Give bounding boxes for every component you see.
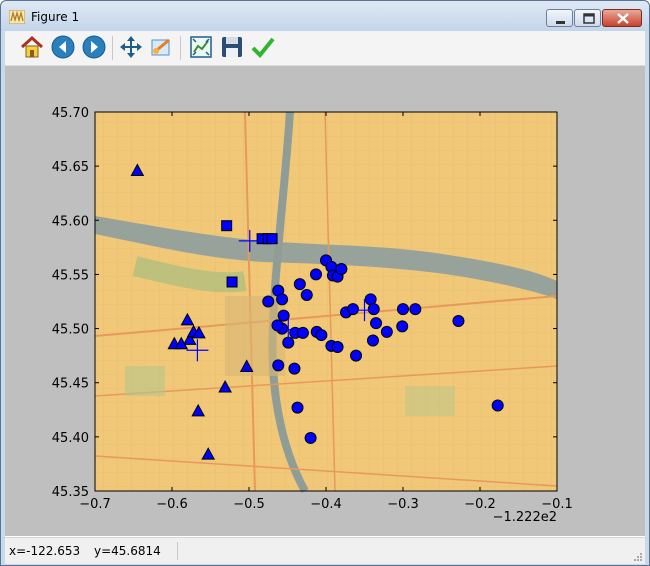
y-tick-label: 45.60 xyxy=(52,214,89,229)
figure-window: Figure 1 −0.7 −0.6 −0.5 −0.4 −0.3 −0.2 −… xyxy=(0,0,650,566)
data-point-circle xyxy=(276,293,289,306)
y-tick-label: 45.55 xyxy=(52,268,89,283)
configure-subplots-button[interactable] xyxy=(188,34,214,60)
data-point-square xyxy=(266,233,278,245)
data-point-circle xyxy=(304,431,317,444)
status-bar: x=-122.653 y=45.6814 xyxy=(5,537,645,564)
data-point-circle xyxy=(370,317,383,330)
back-button[interactable] xyxy=(50,34,76,60)
scatter-chart[interactable]: −0.7 −0.6 −0.5 −0.4 −0.3 −0.2 −0.145.3545.4045… xyxy=(5,66,645,536)
forward-button[interactable] xyxy=(81,34,107,60)
data-point-square xyxy=(221,220,233,232)
data-point-square xyxy=(226,276,238,288)
save-button[interactable] xyxy=(219,34,245,60)
data-point-circle xyxy=(293,278,306,291)
pan-button[interactable] xyxy=(118,34,144,60)
data-point-circle xyxy=(262,295,275,308)
cursor-y-readout: y=45.6814 xyxy=(94,544,161,558)
subplots-config-icon xyxy=(190,36,212,58)
data-point-circle xyxy=(315,329,328,342)
figure-client: −0.7 −0.6 −0.5 −0.4 −0.3 −0.2 −0.1 45.35 45.40 45… xyxy=(5,31,645,564)
data-point-circle xyxy=(331,340,344,353)
zoom-rect-icon xyxy=(151,38,170,56)
restore-icon xyxy=(583,13,595,24)
data-point-circle xyxy=(350,349,363,362)
toolbar-separator xyxy=(180,36,181,60)
y-tick-label: 45.65 xyxy=(52,160,89,175)
forward-arrow-icon xyxy=(82,35,106,59)
y-tick-label: 45.45 xyxy=(52,377,89,392)
toolbar-separator xyxy=(112,36,113,60)
y-tick-label: 45.40 xyxy=(52,431,89,446)
edit-check-icon xyxy=(251,37,275,58)
data-point-circle xyxy=(396,320,409,333)
close-icon xyxy=(617,13,629,24)
data-point-circle xyxy=(272,359,285,372)
zoom-button[interactable] xyxy=(149,34,175,60)
data-point-circle xyxy=(380,325,393,338)
x-tick-label: −0.3 xyxy=(387,497,419,512)
data-point-circle xyxy=(452,314,465,327)
minimize-icon xyxy=(556,21,565,24)
home-button[interactable] xyxy=(19,34,45,60)
data-point-circle xyxy=(300,289,313,302)
maximize-button[interactable] xyxy=(574,9,601,27)
data-point-circle xyxy=(397,303,409,316)
resize-grip-icon[interactable] xyxy=(633,552,643,562)
save-icon xyxy=(222,37,242,57)
figure-canvas[interactable]: −0.7 −0.6 −0.5 −0.4 −0.3 −0.2 −0.1 45.35 45.40 45… xyxy=(5,66,645,536)
back-arrow-icon xyxy=(51,35,75,59)
x-tick-label: −0.6 xyxy=(156,497,188,512)
data-point-circle xyxy=(335,263,348,276)
home-icon xyxy=(20,35,44,58)
title-bar[interactable]: Figure 1 xyxy=(1,1,649,31)
data-point-circle xyxy=(366,334,379,347)
edit-axes-button[interactable] xyxy=(250,34,276,60)
data-point-circle xyxy=(367,303,380,316)
x-tick-label: −0.5 xyxy=(233,497,265,512)
navigation-toolbar xyxy=(5,31,645,66)
data-point-circle xyxy=(291,401,304,414)
cursor-x-readout: x=-122.653 xyxy=(9,544,81,558)
x-tick-label: −0.2 xyxy=(464,497,496,512)
y-tick-label: 45.35 xyxy=(52,485,89,500)
minimize-button[interactable] xyxy=(546,9,573,27)
data-point-circle xyxy=(346,303,359,316)
data-point-circle xyxy=(288,362,301,375)
matplotlib-app-icon xyxy=(9,10,25,24)
y-tick-label: 45.70 xyxy=(52,106,89,121)
data-point-circle xyxy=(296,326,309,339)
x-tick-label: −0.4 xyxy=(310,497,342,512)
data-point-circle xyxy=(409,303,422,316)
map-background xyxy=(94,111,558,493)
close-button[interactable] xyxy=(602,9,642,27)
x-offset-label: −1.222e2 xyxy=(493,510,557,525)
data-point-circle xyxy=(491,399,504,412)
pan-icon xyxy=(120,36,142,58)
status-divider xyxy=(177,542,178,560)
window-title: Figure 1 xyxy=(31,10,80,24)
data-point-circle xyxy=(277,309,290,322)
data-point-circle xyxy=(309,268,322,281)
y-tick-label: 45.50 xyxy=(52,323,89,338)
